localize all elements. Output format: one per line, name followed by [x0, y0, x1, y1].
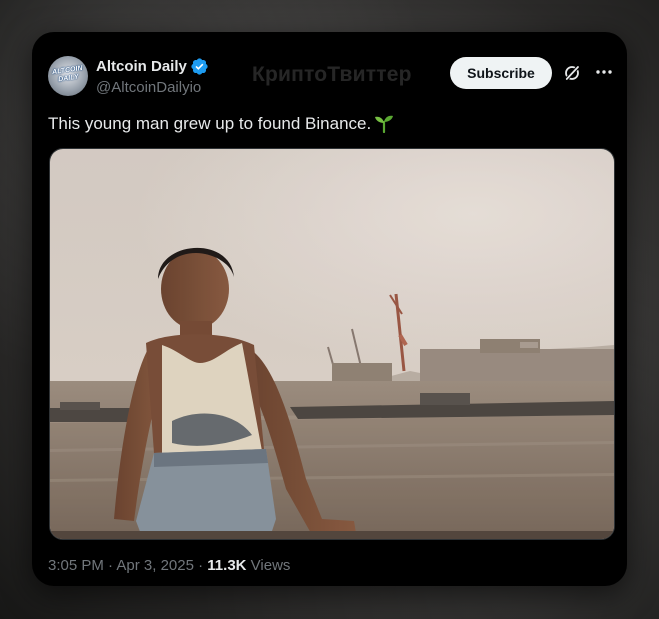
tweet-time[interactable]: 3:05 PM: [48, 557, 104, 574]
tweet-photo[interactable]: [49, 148, 615, 540]
tweet-meta: 3:05 PM · Apr 3, 2025 · 11.3K Views: [48, 557, 290, 574]
avatar[interactable]: ALTCOIN DAILY: [48, 56, 88, 96]
author-display-name[interactable]: Altcoin Daily: [96, 58, 187, 75]
verified-badge-icon: [191, 58, 208, 75]
author-handle[interactable]: @AltcoinDailyio: [96, 79, 201, 96]
tweet-text: This young man grew up to found Binance.: [48, 113, 394, 134]
grok-icon[interactable]: [563, 64, 581, 82]
tweet-date[interactable]: Apr 3, 2025: [116, 557, 194, 574]
views-label: Views: [250, 557, 291, 574]
boy-sitting-by-river-photo: [50, 149, 614, 539]
subscribe-button[interactable]: Subscribe: [450, 57, 552, 89]
tweet-card: ALTCOIN DAILY Altcoin Daily @AltcoinDail…: [32, 32, 627, 586]
meta-separator: ·: [108, 557, 114, 574]
channel-watermark: КриптоТвиттер: [252, 63, 412, 86]
more-dots-icon[interactable]: [595, 65, 613, 79]
meta-separator: ·: [198, 557, 204, 574]
views-count: 11.3K: [207, 557, 247, 574]
seedling-icon: [375, 115, 394, 133]
avatar-logo-text: ALTCOIN DAILY: [51, 64, 84, 84]
